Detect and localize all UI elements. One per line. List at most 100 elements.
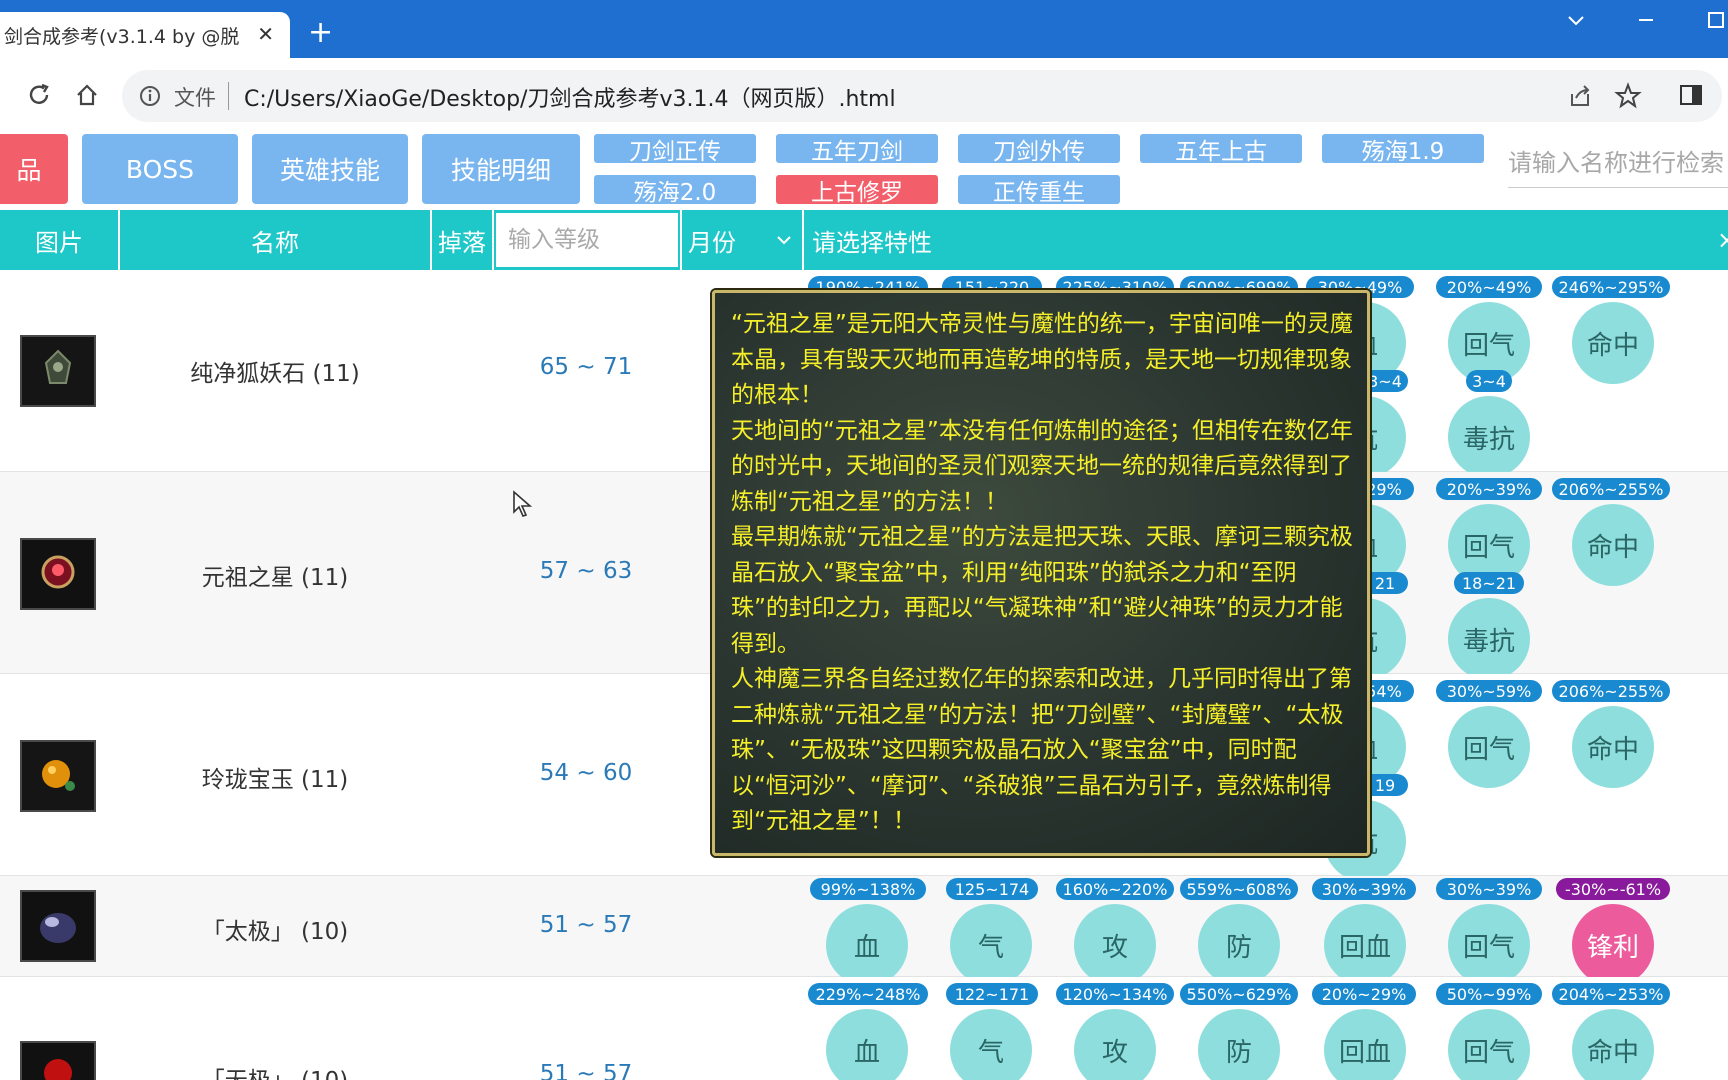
version-button-wunian-shanggu[interactable]: 五年上古 [1140, 134, 1302, 165]
browser-tab-bar: 剑合成参考(v3.1.4 by @脱俗 ✕ + [0, 0, 1728, 58]
search-input[interactable] [1508, 138, 1728, 188]
home-icon[interactable] [70, 78, 104, 112]
level-filter-input[interactable] [496, 213, 678, 267]
version-button-daojian-zhengzhuan[interactable]: 刀剑正传 [594, 134, 756, 165]
stat-range: 20%~39% [1436, 478, 1542, 500]
url-text[interactable]: C:/Users/XiaoGe/Desktop/刀剑合成参考v3.1.4（网页版… [244, 81, 896, 113]
stat-range-negative: -30%~-61% [1556, 878, 1670, 900]
stat-range: 99%~138% [810, 878, 926, 900]
minimize-icon[interactable] [1636, 10, 1656, 36]
omnibox[interactable]: 文件 C:/Users/XiaoGe/Desktop/刀剑合成参考v3.1.4（… [122, 70, 1722, 122]
new-tab-icon[interactable]: + [308, 18, 333, 48]
boss-button[interactable]: BOSS [82, 134, 238, 204]
version-button-shanghai-1-9[interactable]: 殇海1.9 [1322, 134, 1484, 165]
stat-range: 18~21 [1454, 572, 1524, 594]
table-row[interactable]: 「无极」 (10) 51 ~ 57 229%~248% 血 122~171 气 … [0, 977, 1728, 1080]
stat-circle[interactable]: 回血 [1324, 1009, 1406, 1080]
stat-range: 206%~255% [1552, 680, 1670, 702]
item-image [20, 740, 96, 812]
category-button-cut[interactable]: 品 [0, 134, 68, 204]
stat-range: 50%~99% [1436, 983, 1542, 1005]
month-select[interactable]: 月份 [682, 210, 802, 270]
share-icon[interactable] [1566, 82, 1594, 110]
header-drop[interactable]: 掉落 [432, 210, 492, 270]
item-level: 51 ~ 57 [539, 912, 633, 938]
header-image: 图片 [35, 228, 83, 257]
header-name[interactable]: 名称 [120, 210, 430, 270]
omnibox-divider [228, 82, 229, 110]
stat-circle[interactable]: 气 [950, 904, 1032, 986]
clear-traits-icon[interactable]: × [1712, 210, 1728, 270]
table-header: 图片 名称 掉落 月份 请选择特性 × [0, 210, 1728, 270]
item-name: 纯净狐妖石 (11) [190, 361, 360, 387]
stat-range: 559%~608% [1180, 878, 1298, 900]
version-button-zhengzhuan-chongsheng[interactable]: 正传重生 [958, 175, 1120, 206]
star-icon[interactable] [1614, 82, 1642, 110]
stat-circle[interactable]: 命中 [1572, 706, 1654, 788]
stat-circle[interactable]: 防 [1198, 1009, 1280, 1080]
stat-range: 550%~629% [1180, 983, 1298, 1005]
version-button-shanggu-xiuluo[interactable]: 上古修罗 [776, 175, 938, 206]
stat-circle[interactable]: 命中 [1572, 302, 1654, 384]
version-button-wunian-daojian[interactable]: 五年刀剑 [776, 134, 938, 165]
trait-select[interactable]: 请选择特性 [812, 210, 1112, 270]
stat-range: 20%~49% [1436, 276, 1542, 298]
file-scheme-label: 文件 [174, 86, 216, 110]
stat-circle[interactable]: 毒抗 [1448, 396, 1530, 478]
item-image [20, 538, 96, 610]
page-toolbar: 品 BOSS 英雄技能 技能明细 刀剑正传 五年刀剑 刀剑外传 五年上古 殇海1… [0, 134, 1728, 210]
month-select-label: 月份 [688, 228, 736, 257]
skill-details-button[interactable]: 技能明细 [422, 134, 580, 204]
stat-circle[interactable]: 命中 [1572, 504, 1654, 586]
stat-range: 246%~295% [1552, 276, 1670, 298]
stat-circle[interactable]: 防 [1198, 904, 1280, 986]
version-button-daojian-waizhuan[interactable]: 刀剑外传 [958, 134, 1120, 165]
stat-circle[interactable]: 回血 [1324, 904, 1406, 986]
version-button-shanghai-2-0[interactable]: 殇海2.0 [594, 175, 756, 206]
chevron-down-icon[interactable] [1566, 10, 1586, 36]
stat-circle[interactable]: 回气 [1448, 904, 1530, 986]
address-bar: 文件 C:/Users/XiaoGe/Desktop/刀剑合成参考v3.1.4（… [0, 58, 1728, 134]
item-level: 57 ~ 63 [539, 558, 633, 584]
item-level: 54 ~ 60 [539, 760, 633, 786]
reload-icon[interactable] [22, 78, 56, 112]
item-image [20, 1041, 96, 1080]
stat-circle[interactable]: 血 [826, 1009, 908, 1080]
item-name: 元祖之星 (11) [201, 565, 349, 591]
maximize-icon[interactable] [1706, 10, 1726, 36]
tooltip-paragraph: 天地间的“元祖之星”本没有任何炼制的途径；但相传在数亿年的时光中，天地间的圣灵们… [731, 417, 1353, 515]
stat-range: 20%~29% [1312, 983, 1416, 1005]
chevron-down-icon [777, 236, 791, 245]
stat-circle[interactable]: 攻 [1074, 1009, 1156, 1080]
item-name: 「无极」 (10) [122, 1061, 428, 1080]
item-image [20, 890, 96, 962]
item-image [20, 335, 96, 407]
item-level: 51 ~ 57 [539, 1061, 633, 1080]
stat-circle[interactable]: 回气 [1448, 1009, 1530, 1080]
stat-range: 160%~220% [1056, 878, 1174, 900]
header-divider [492, 210, 494, 270]
info-icon[interactable] [138, 84, 162, 112]
item-level: 65 ~ 71 [539, 354, 633, 380]
tooltip-paragraph: “元祖之星”是元阳大帝灵性与魔性的统一，宇宙间唯一的灵魔本晶，具有毁天灭地而再造… [731, 311, 1353, 408]
stat-circle[interactable]: 命中 [1572, 1009, 1654, 1080]
stat-circle[interactable]: 回气 [1448, 706, 1530, 788]
table-row[interactable]: 「太极」 (10) 51 ~ 57 99%~138% 血 125~174 气 1… [0, 876, 1728, 986]
item-name: 玲珑宝玉 (11) [201, 767, 349, 793]
browser-tab[interactable]: 剑合成参考(v3.1.4 by @脱俗 ✕ [0, 12, 290, 58]
side-panel-icon[interactable] [1674, 78, 1708, 112]
stat-circle[interactable]: 气 [950, 1009, 1032, 1080]
stat-range: 30%~59% [1436, 680, 1542, 702]
tooltip-paragraph: 人神魔三界各自经过数亿年的探索和改进，几乎同时得出了第二种炼就“元祖之星”的方法… [731, 666, 1352, 834]
stat-circle-sharpness[interactable]: 锋利 [1572, 904, 1654, 986]
header-divider [802, 210, 804, 270]
stat-range: 204%~253% [1552, 983, 1670, 1005]
stat-range: 122~171 [946, 983, 1038, 1005]
stat-circle[interactable]: 攻 [1074, 904, 1156, 986]
stat-circle[interactable]: 毒抗 [1448, 598, 1530, 680]
tab-close-icon[interactable]: ✕ [257, 22, 274, 46]
stat-circle[interactable]: 血 [826, 904, 908, 986]
stat-range: 30%~39% [1312, 878, 1416, 900]
hero-skills-button[interactable]: 英雄技能 [252, 134, 408, 204]
stat-range: 206%~255% [1552, 478, 1670, 500]
